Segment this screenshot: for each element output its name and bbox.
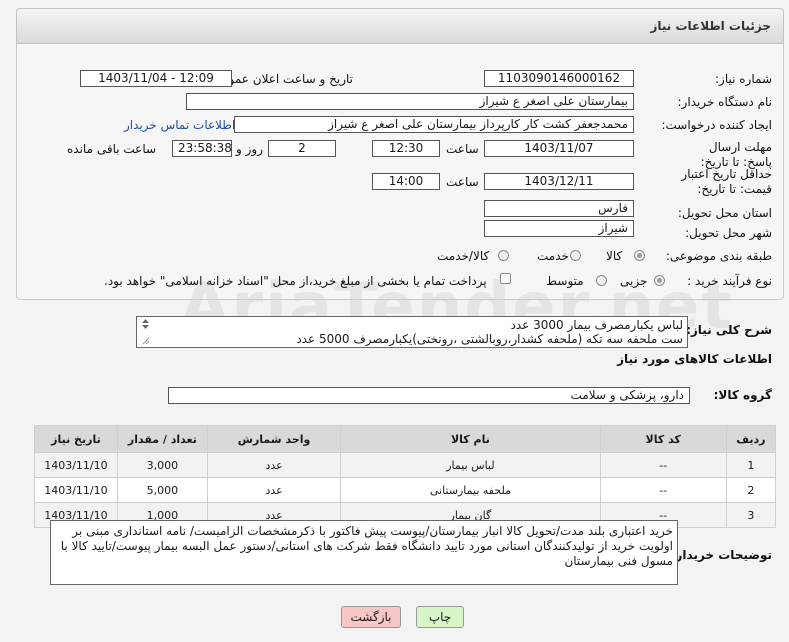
category-label: طبقه بندی موضوعی: [665, 249, 772, 263]
need-number-field[interactable]: 1103090146000162 [484, 70, 634, 87]
cell-name: لباس بیمار [340, 452, 601, 478]
description-scrollbar[interactable] [141, 318, 150, 346]
need-number-label: شماره نیاز: [715, 72, 772, 86]
cell-unit: عدد [206, 477, 342, 503]
category-option-service: خدمت [537, 249, 569, 263]
panel-title: جزئیات اطلاعات نیاز [650, 19, 771, 33]
buyer-label: نام دستگاه خریدار: [677, 95, 773, 109]
remaining-label: ساعت باقی مانده [67, 142, 157, 156]
col-code-header: کد کالا [599, 425, 727, 453]
reply-date-field[interactable]: 1403/11/07 [484, 140, 634, 157]
col-qty-header: تعداد / مقدار [116, 425, 208, 453]
treasury-note: پرداخت تمام یا بخشی از مبلغ خرید،از محل … [104, 274, 487, 288]
description-textarea[interactable]: لباس یکبارمصرف بیمار 3000 عدد ست ملحفه س… [136, 316, 688, 348]
category-radio-goods[interactable] [634, 250, 645, 261]
cell-qty: 5,000 [116, 477, 208, 503]
buyer-field[interactable]: بیمارستان علی اصغر ع شیراز [186, 93, 634, 110]
buyer-notes-label: توضیحات خریدار: [670, 548, 772, 562]
print-button[interactable]: چاپ [416, 606, 464, 628]
category-radio-service[interactable] [570, 250, 581, 261]
description-line-1: لباس یکبارمصرف بیمار 3000 عدد [510, 318, 683, 332]
category-option-goods: کالا [606, 249, 623, 263]
cell-code: -- [599, 477, 727, 503]
col-name-header: نام کالا [340, 425, 601, 453]
cell-date: 1403/11/10 [34, 452, 118, 478]
back-button[interactable]: بازگشت [341, 606, 401, 628]
goods-group-label: گروه کالا: [713, 388, 772, 402]
reply-time-label: ساعت [446, 142, 479, 156]
remaining-time-field[interactable]: 23:58:38 [172, 140, 232, 157]
province-field[interactable]: فارس [484, 200, 634, 217]
reply-time-field[interactable]: 12:30 [372, 140, 440, 157]
process-option-medium: متوسط [546, 274, 584, 288]
reply-deadline-label: مهلت ارسال پاسخ: تا تاریخ: [700, 140, 772, 169]
process-label: نوع فرآیند خرید : [687, 274, 772, 288]
goods-table: تاریخ نیاز تعداد / مقدار واحد شمارش نام … [34, 425, 777, 528]
cell-row: 2 [725, 477, 777, 503]
cell-unit: عدد [206, 452, 342, 478]
goods-group-field[interactable]: دارو، پزشکی و سلامت [168, 387, 690, 404]
validity-date-field[interactable]: 1403/12/11 [484, 173, 634, 190]
buyer-notes-textarea[interactable]: خرید اعتباری بلند مدت/تحویل کالا انبار ب… [50, 520, 678, 585]
days-field[interactable]: 2 [268, 140, 336, 157]
treasury-checkbox[interactable] [500, 273, 511, 284]
process-radio-medium[interactable] [596, 275, 607, 286]
process-option-minor: جزیی [620, 274, 648, 288]
cell-code: -- [599, 452, 727, 478]
table-row: 1403/11/10 5,000 عدد ملحفه بیمارستانی --… [34, 477, 777, 503]
cell-row: 3 [725, 502, 777, 528]
scroll-arrows-icon [142, 319, 150, 345]
buyer-contact-link[interactable]: اطلاعات تماس خریدار [124, 118, 235, 132]
province-label: استان محل تحویل: [677, 206, 772, 220]
cell-row: 1 [725, 452, 777, 478]
col-date-header: تاریخ نیاز [34, 425, 118, 453]
category-radio-goods-service[interactable] [498, 250, 509, 261]
announce-field[interactable]: 1403/11/04 - 12:09 [80, 70, 232, 87]
description-label: شرح کلی نیاز: [686, 323, 772, 337]
col-row-header: ردیف [725, 425, 777, 453]
city-field[interactable]: شیراز [484, 220, 634, 237]
table-header-row: تاریخ نیاز تعداد / مقدار واحد شمارش نام … [34, 425, 777, 453]
city-label: شهر محل تحویل: [685, 226, 772, 240]
days-label: روز و [236, 142, 263, 156]
validity-label: حداقل تاریخ اعتبار قیمت: تا تاریخ: [681, 167, 772, 196]
category-option-goods-service: کالا/خدمت [437, 249, 490, 263]
cell-name: ملحفه بیمارستانی [340, 477, 601, 503]
description-line-2: ست ملحفه سه تکه (ملحفه کشدار،روبالشتی ،ر… [296, 332, 683, 346]
cell-qty: 3,000 [116, 452, 208, 478]
validity-time-field[interactable]: 14:00 [372, 173, 440, 190]
goods-section-title: اطلاعات کالاهای مورد نیاز [617, 352, 772, 366]
col-unit-header: واحد شمارش [206, 425, 342, 453]
creator-field[interactable]: محمدجعفر کشت کار کارپرداز بیمارستان علی … [234, 116, 634, 133]
process-radio-minor[interactable] [654, 275, 665, 286]
table-row: 1403/11/10 3,000 عدد لباس بیمار -- 1 [34, 452, 777, 478]
panel-header: جزئیات اطلاعات نیاز [16, 8, 784, 44]
creator-label: ایجاد کننده درخواست: [661, 118, 772, 132]
validity-time-label: ساعت [446, 175, 479, 189]
cell-date: 1403/11/10 [34, 477, 118, 503]
